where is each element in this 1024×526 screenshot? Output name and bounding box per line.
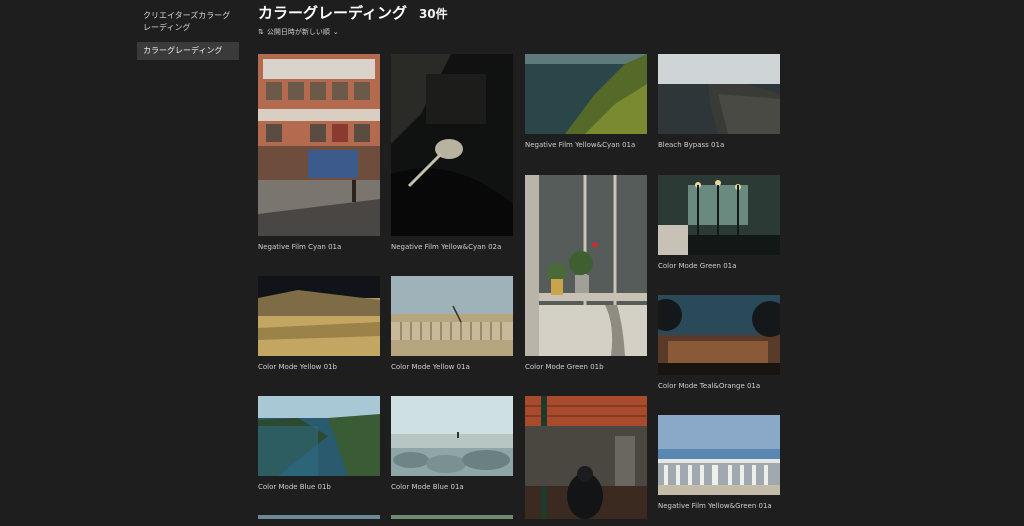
cliff-sea-photo-thumbnail (658, 54, 780, 134)
page-title: カラーグレーディング (258, 4, 407, 22)
sidebar-item-creators-color-grading[interactable]: クリエイターズカラーグレーディング (137, 7, 239, 37)
card-title: Color Mode Teal&Orange 01a (658, 382, 761, 390)
sort-dropdown[interactable]: ⇅ 公開日時が新しい順 ⌄ (258, 27, 448, 37)
card-title: Color Mode Yellow 01b (258, 363, 337, 371)
card-title: Color Mode Green 01a (658, 262, 737, 270)
car-mirror-photo-thumbnail (391, 54, 513, 236)
sort-label: 公開日時が新しい順 (266, 28, 330, 36)
photo-thumbnail (391, 515, 513, 519)
card-title: Bleach Bypass 01a (658, 141, 725, 149)
chevron-down-icon: ⌄ (332, 28, 339, 36)
photo-thumbnail (258, 515, 380, 519)
grass-photo-thumbnail (258, 276, 380, 356)
coast-photo-thumbnail (525, 54, 647, 134)
card-title: Color Mode Yellow 01a (391, 363, 470, 371)
sidebar-item-color-grading[interactable]: カラーグレーディング (137, 42, 239, 60)
sidebar: クリエイターズカラーグレーディング カラーグレーディング (137, 7, 239, 65)
market-hall-photo-thumbnail (525, 396, 647, 519)
card-partial-row[interactable] (391, 515, 513, 519)
card-color-mode-green-01a[interactable]: Color Mode Green 01a (658, 175, 780, 270)
card-negative-film-yellow-cyan-02a[interactable]: Negative Film Yellow&Cyan 02a (391, 54, 513, 251)
card-negative-film-yellow-green-01a[interactable]: Negative Film Yellow&Green 01a (658, 415, 780, 510)
page-header: カラーグレーディング 30件 ⇅ 公開日時が新しい順 ⌄ (258, 2, 448, 37)
sort-icon: ⇅ (258, 27, 264, 36)
cafe-photo-thumbnail (658, 175, 780, 255)
street-photo-thumbnail (258, 54, 380, 236)
balustrade-sea-photo-thumbnail (658, 415, 780, 495)
card-color-mode-yellow-01b[interactable]: Color Mode Yellow 01b (258, 276, 380, 371)
card-negative-film-yellow-cyan-01a[interactable]: Negative Film Yellow&Cyan 01a (525, 54, 647, 149)
card-title: Color Mode Green 01b (525, 363, 604, 371)
card-color-mode-yellow-01a[interactable]: Color Mode Yellow 01a (391, 276, 513, 371)
card-title: Negative Film Yellow&Green 01a (658, 502, 772, 510)
card-title: Color Mode Blue 01a (391, 483, 464, 491)
dusk-building-photo-thumbnail (658, 295, 780, 375)
card-title: Negative Film Cyan 01a (258, 243, 342, 251)
card-color-mode-blue-01a[interactable]: Color Mode Blue 01a (391, 396, 513, 491)
card-title: Color Mode Blue 01b (258, 483, 331, 491)
river-photo-thumbnail (258, 396, 380, 476)
card-market-hall[interactable] (525, 396, 647, 526)
card-negative-film-cyan-01a[interactable]: Negative Film Cyan 01a (258, 54, 380, 251)
card-color-mode-green-01b[interactable]: Color Mode Green 01b (525, 175, 647, 371)
result-count: 30件 (418, 7, 448, 21)
card-partial-row[interactable] (258, 515, 380, 519)
card-title: Negative Film Yellow&Cyan 01a (525, 141, 636, 149)
card-title: Negative Film Yellow&Cyan 02a (391, 243, 502, 251)
window-plants-photo-thumbnail (525, 175, 647, 356)
beach-fence-photo-thumbnail (391, 276, 513, 356)
card-color-mode-teal-orange-01a[interactable]: Color Mode Teal&Orange 01a (658, 295, 780, 390)
card-bleach-bypass-01a[interactable]: Bleach Bypass 01a (658, 54, 780, 149)
card-color-mode-blue-01b[interactable]: Color Mode Blue 01b (258, 396, 380, 491)
rocky-shore-photo-thumbnail (391, 396, 513, 476)
